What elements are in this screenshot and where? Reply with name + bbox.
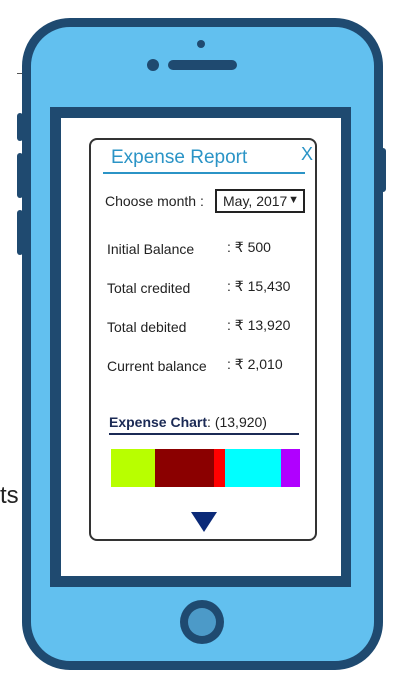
expense-segment-2 — [155, 449, 214, 487]
background-text-fragment: ts — [0, 482, 19, 509]
current-balance-label: Current balance — [107, 358, 207, 374]
chart-divider — [109, 433, 299, 435]
total-credited-value: : ₹ 15,430 — [227, 278, 291, 294]
silent-switch — [17, 113, 23, 141]
total-debited-label: Total debited — [107, 319, 187, 335]
current-balance-value: : ₹ 2,010 — [227, 356, 283, 372]
camera-icon — [197, 40, 205, 48]
home-button[interactable] — [180, 600, 224, 644]
volume-down-button — [17, 210, 23, 255]
chevron-down-icon: ▼ — [288, 194, 299, 206]
close-icon[interactable]: X — [301, 144, 313, 165]
expense-chart-heading: Expense Chart: (13,920) — [109, 414, 267, 430]
home-button-inner — [188, 608, 216, 636]
title-divider — [103, 172, 305, 174]
expense-segment-1 — [111, 449, 155, 487]
initial-balance-value: : ₹ 500 — [227, 239, 271, 255]
volume-up-button — [17, 153, 23, 198]
power-button — [380, 148, 386, 192]
total-debited-value: : ₹ 13,920 — [227, 317, 291, 333]
expense-segment-5 — [281, 449, 300, 487]
total-credited-label: Total credited — [107, 280, 191, 296]
expense-segment-3 — [214, 449, 225, 487]
month-select[interactable]: May, 2017 ▼ — [215, 189, 305, 213]
expense-chart-title: Expense Chart — [109, 414, 208, 430]
expense-segment-4 — [225, 449, 281, 487]
expense-chart-total: : (13,920) — [207, 414, 267, 430]
expense-report-dialog: Expense Report X Choose month : May, 201… — [89, 138, 317, 541]
sensor-dot — [147, 59, 159, 71]
month-label: Choose month : — [105, 193, 204, 209]
speaker-grille — [168, 60, 237, 70]
dialog-title: Expense Report — [111, 147, 248, 168]
triangle-down-icon[interactable] — [191, 512, 217, 532]
month-select-value: May, 2017 — [223, 193, 288, 209]
initial-balance-label: Initial Balance — [107, 241, 195, 257]
